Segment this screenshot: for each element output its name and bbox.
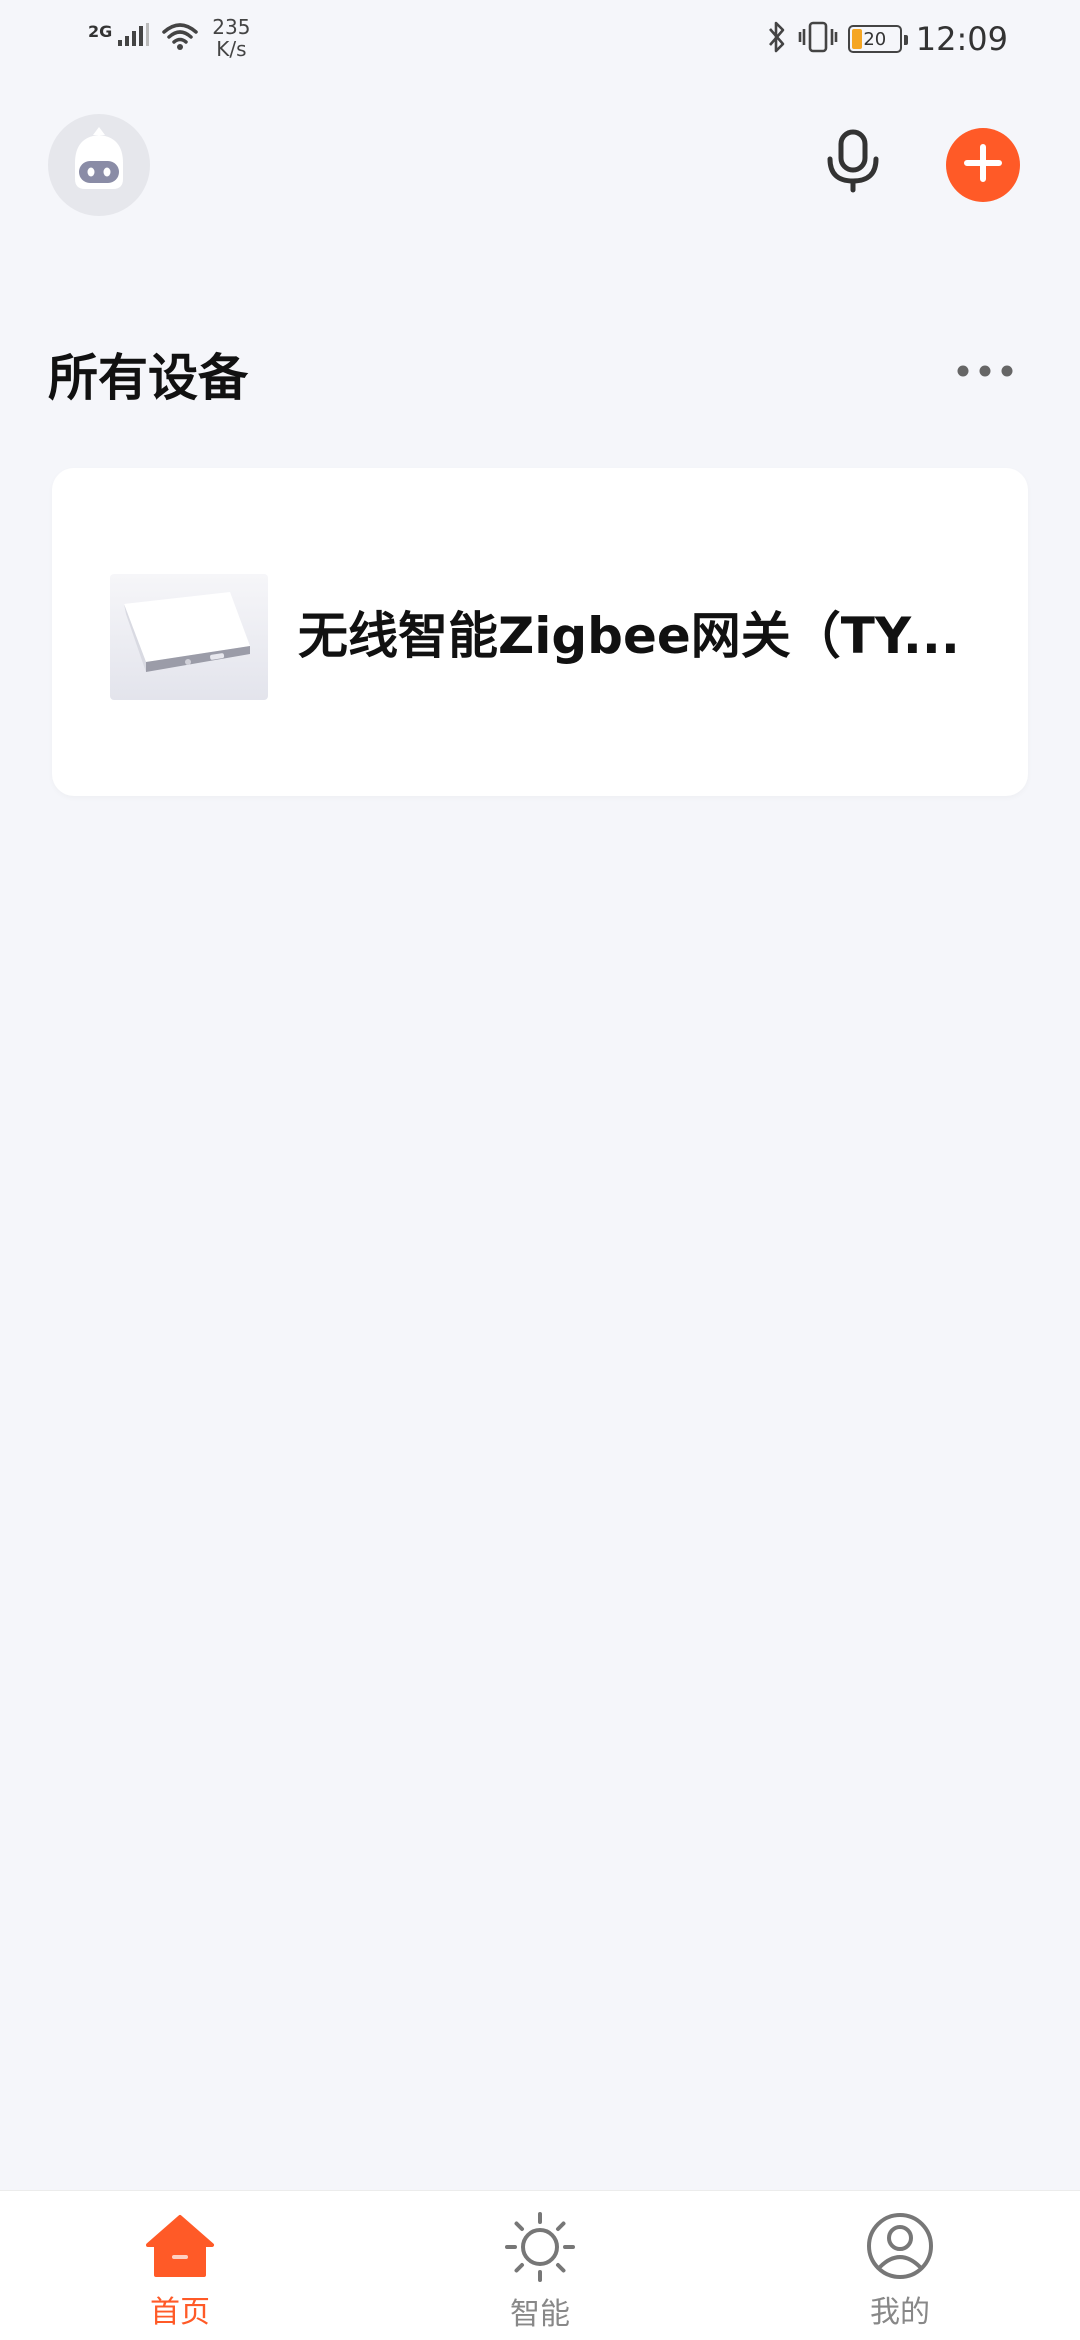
bottom-nav: 首页 智能 我的 xyxy=(0,2190,1080,2340)
battery-indicator: 20 xyxy=(847,25,908,53)
signal-icon xyxy=(116,22,150,52)
header xyxy=(0,110,1080,220)
device-name: 无线智能Zigbee网关（TY... xyxy=(298,607,960,665)
nav-home-label: 首页 xyxy=(150,2295,210,2330)
section-title: 所有设备 xyxy=(48,349,248,407)
microphone-icon xyxy=(824,129,882,197)
home-icon xyxy=(144,2211,216,2281)
home-screen: 2G 235 K/s 20 12:09 所有设备 无线智能Zigbee网关（TY… xyxy=(0,0,1080,2340)
clock: 12:09 xyxy=(915,20,1008,58)
sun-icon xyxy=(504,2211,576,2283)
vibrate-icon xyxy=(798,20,838,58)
network-speed: 235 K/s xyxy=(212,16,250,60)
nav-smart-label: 智能 xyxy=(510,2297,570,2332)
battery-level-fill xyxy=(851,29,862,49)
nav-me-label: 我的 xyxy=(870,2295,930,2330)
status-left: 2G 235 K/s xyxy=(88,16,250,60)
bluetooth-icon xyxy=(766,20,788,58)
network-type: 2G xyxy=(88,22,113,41)
device-card[interactable]: 无线智能Zigbee网关（TY... xyxy=(52,468,1028,796)
robot-avatar-icon xyxy=(59,123,139,207)
status-bar: 2G 235 K/s 20 12:09 xyxy=(0,0,1080,80)
nav-home[interactable]: 首页 xyxy=(90,2211,270,2331)
speed-unit: K/s xyxy=(216,37,247,61)
wifi-icon xyxy=(160,20,200,56)
avatar[interactable] xyxy=(48,114,150,216)
gateway-device-image xyxy=(110,574,268,700)
status-right: 20 12:09 xyxy=(756,20,1008,58)
more-dots-icon xyxy=(955,363,1015,382)
speed-value: 235 xyxy=(212,15,251,39)
user-icon xyxy=(864,2211,936,2281)
nav-smart[interactable]: 智能 xyxy=(450,2211,630,2332)
plus-icon xyxy=(963,143,1003,187)
more-options-button[interactable] xyxy=(950,352,1020,392)
battery-level: 20 xyxy=(863,28,887,50)
voice-button[interactable] xyxy=(818,128,888,198)
add-device-button[interactable] xyxy=(946,128,1020,202)
nav-me[interactable]: 我的 xyxy=(810,2211,990,2331)
